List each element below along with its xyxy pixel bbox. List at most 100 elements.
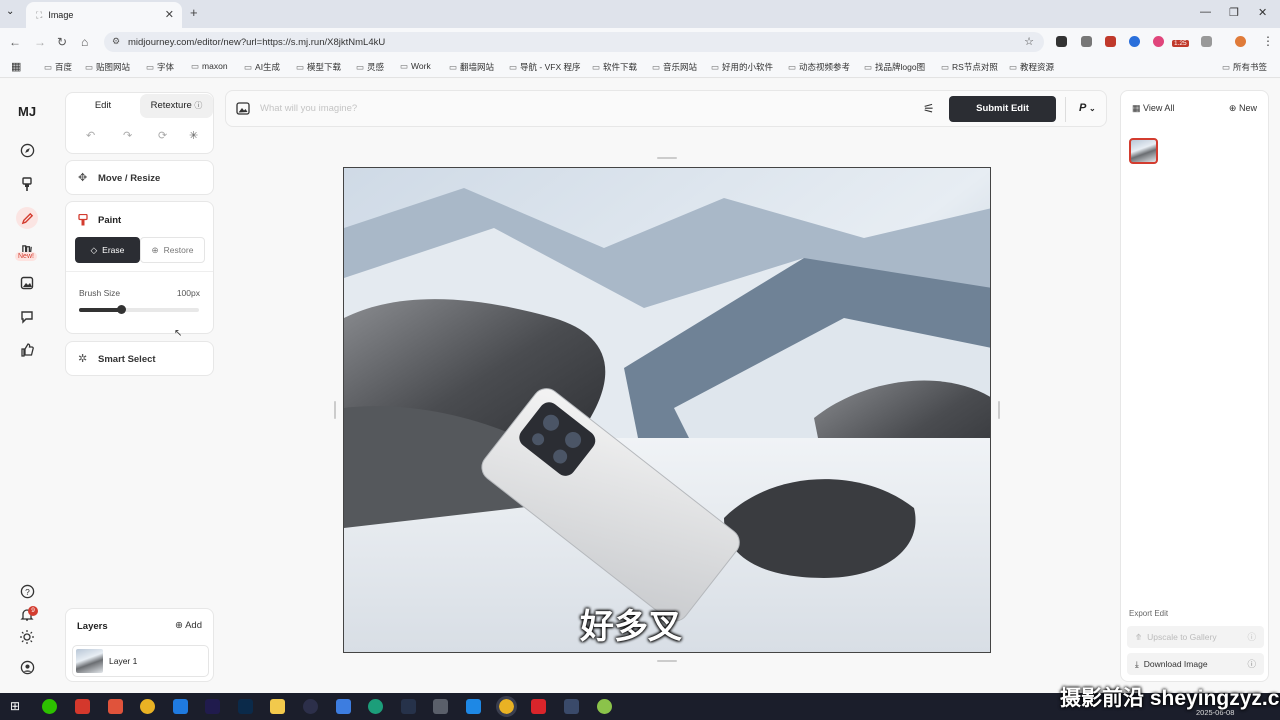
add-layer-button[interactable]: ⊕ Add: [175, 620, 202, 631]
bookmark-item[interactable]: 好用的小软件: [711, 61, 773, 73]
app-icon[interactable]: [597, 699, 612, 714]
after-effects-icon[interactable]: [205, 699, 220, 714]
reset-icon[interactable]: ⟳: [158, 129, 167, 142]
tab-close-icon[interactable]: ✕: [165, 8, 174, 21]
profile-avatar[interactable]: [1235, 36, 1246, 47]
bookmark-item[interactable]: 软件下载: [592, 61, 637, 73]
move-resize-tool[interactable]: ✥ Move / Resize: [65, 160, 214, 195]
edit-icon[interactable]: [16, 207, 38, 229]
extension-badge[interactable]: 1.25: [1172, 40, 1189, 47]
apps-grid-icon[interactable]: ▦: [11, 60, 21, 73]
chrome-active-icon[interactable]: [496, 696, 517, 717]
browser-menu-icon[interactable]: ⋮: [1262, 34, 1274, 48]
bookmark-item[interactable]: 导航 - VFX 程序: [509, 61, 580, 73]
upscale-to-gallery-button[interactable]: ⤊ Upscale to Gallery ⓘ: [1127, 626, 1264, 648]
extension-icon[interactable]: [1129, 36, 1140, 47]
bookmark-item[interactable]: RS节点对照: [941, 61, 998, 73]
image-icon[interactable]: [17, 273, 37, 293]
bookmark-item[interactable]: 找品牌logo图: [864, 61, 925, 73]
explore-icon[interactable]: [17, 140, 37, 160]
extensions-puzzle-icon[interactable]: [1201, 36, 1212, 47]
canvas-left-handle[interactable]: [334, 401, 336, 419]
app-icon[interactable]: [433, 699, 448, 714]
canvas-image[interactable]: [343, 167, 991, 653]
app-icon[interactable]: [401, 699, 416, 714]
layer-row[interactable]: Layer 1: [72, 645, 209, 677]
bookmark-item[interactable]: 灵感: [356, 61, 384, 73]
bookmark-item[interactable]: 模型下载: [296, 61, 341, 73]
redo-icon[interactable]: ↷: [123, 129, 132, 142]
account-icon[interactable]: [17, 657, 37, 677]
magic-icon[interactable]: ✳: [189, 129, 198, 142]
settings-sliders-icon[interactable]: ⚟: [923, 101, 935, 117]
extension-icon[interactable]: [1056, 36, 1067, 47]
extension-icon[interactable]: [1105, 36, 1116, 47]
canvas-top-handle[interactable]: [657, 157, 677, 159]
extension-icon[interactable]: [1081, 36, 1092, 47]
edge-icon[interactable]: [368, 699, 383, 714]
forward-icon[interactable]: →: [34, 35, 46, 49]
canvas-bottom-handle[interactable]: [657, 660, 677, 662]
bookmark-item[interactable]: Work: [400, 61, 431, 72]
minimize-icon[interactable]: —: [1200, 6, 1211, 18]
file-explorer-icon[interactable]: [270, 699, 285, 714]
app-icon[interactable]: [466, 699, 481, 714]
bookmark-item[interactable]: 贴图网站: [85, 61, 130, 73]
bookmark-star-icon[interactable]: ☆: [1024, 35, 1034, 48]
history-thumbnail[interactable]: [1129, 138, 1158, 164]
brush-size-slider[interactable]: [79, 305, 199, 314]
bookmark-item[interactable]: maxon: [191, 61, 228, 72]
bookmark-item[interactable]: 教程资源: [1009, 61, 1054, 73]
view-all-button[interactable]: ▦ View All: [1132, 103, 1174, 114]
app-icon[interactable]: [303, 699, 318, 714]
smart-select-tool[interactable]: ✲ Smart Select: [65, 341, 214, 376]
new-tab-icon[interactable]: +: [190, 5, 198, 20]
restore-button[interactable]: ⊕ Restore: [140, 237, 205, 263]
erase-button[interactable]: ◇ Erase: [75, 237, 140, 263]
canvas-right-handle[interactable]: [998, 401, 1000, 419]
photoshop-icon[interactable]: [238, 699, 253, 714]
add-image-icon[interactable]: [236, 102, 250, 120]
wps-icon[interactable]: [75, 699, 90, 714]
reload-icon[interactable]: ↻: [57, 35, 67, 49]
bookmark-item[interactable]: 动态视频参考: [788, 61, 850, 73]
tab-retexture[interactable]: Retexture ⓘ: [140, 94, 213, 118]
thumbs-up-icon[interactable]: [17, 340, 37, 360]
browser-tab[interactable]: ⛶ Image ✕: [26, 2, 182, 28]
download-image-button[interactable]: ⤓ Download Image ⓘ: [1127, 653, 1264, 675]
tab-menu-icon[interactable]: ⌄: [6, 6, 14, 17]
bookmark-item[interactable]: AI生成: [244, 61, 280, 73]
extension-icon[interactable]: [1153, 36, 1164, 47]
chat-icon[interactable]: [17, 307, 37, 327]
brush-icon[interactable]: [17, 174, 37, 194]
prompt-input[interactable]: What will you imagine?: [260, 103, 357, 114]
help-icon[interactable]: ?: [17, 581, 37, 601]
app-icon[interactable]: [108, 699, 123, 714]
brush-size-handle[interactable]: [117, 305, 126, 314]
theme-sun-icon[interactable]: [17, 627, 37, 647]
all-bookmarks[interactable]: 所有书签: [1222, 61, 1267, 73]
wechat-icon[interactable]: [42, 699, 57, 714]
mode-selector[interactable]: P ⌄: [1079, 102, 1096, 114]
home-icon[interactable]: ⌂: [81, 35, 88, 49]
bookmark-item[interactable]: 翻墙网站: [449, 61, 494, 73]
close-window-icon[interactable]: ✕: [1258, 6, 1267, 19]
youdao-icon[interactable]: [531, 699, 546, 714]
windows-start-icon[interactable]: ⊞: [10, 699, 20, 713]
bookmark-item[interactable]: 音乐网站: [652, 61, 697, 73]
app-icon[interactable]: [336, 699, 351, 714]
app-icon[interactable]: [173, 699, 188, 714]
back-icon[interactable]: ←: [9, 35, 21, 49]
bookmark-item[interactable]: 百度: [44, 61, 72, 73]
restore-icon[interactable]: ❐: [1229, 6, 1239, 19]
new-button[interactable]: ⊕ New: [1229, 103, 1257, 114]
tab-edit[interactable]: Edit: [67, 94, 139, 118]
site-info-icon[interactable]: ⚙: [112, 36, 120, 47]
chrome-icon[interactable]: [140, 699, 155, 714]
submit-edit-button[interactable]: Submit Edit: [949, 96, 1056, 122]
bookmark-item[interactable]: 字体: [146, 61, 174, 73]
mj-logo[interactable]: MJ: [18, 104, 36, 119]
app-icon[interactable]: [564, 699, 579, 714]
undo-icon[interactable]: ↶: [86, 129, 95, 142]
url-field[interactable]: ⚙ midjourney.com/editor/new?url=https://…: [104, 32, 1044, 52]
